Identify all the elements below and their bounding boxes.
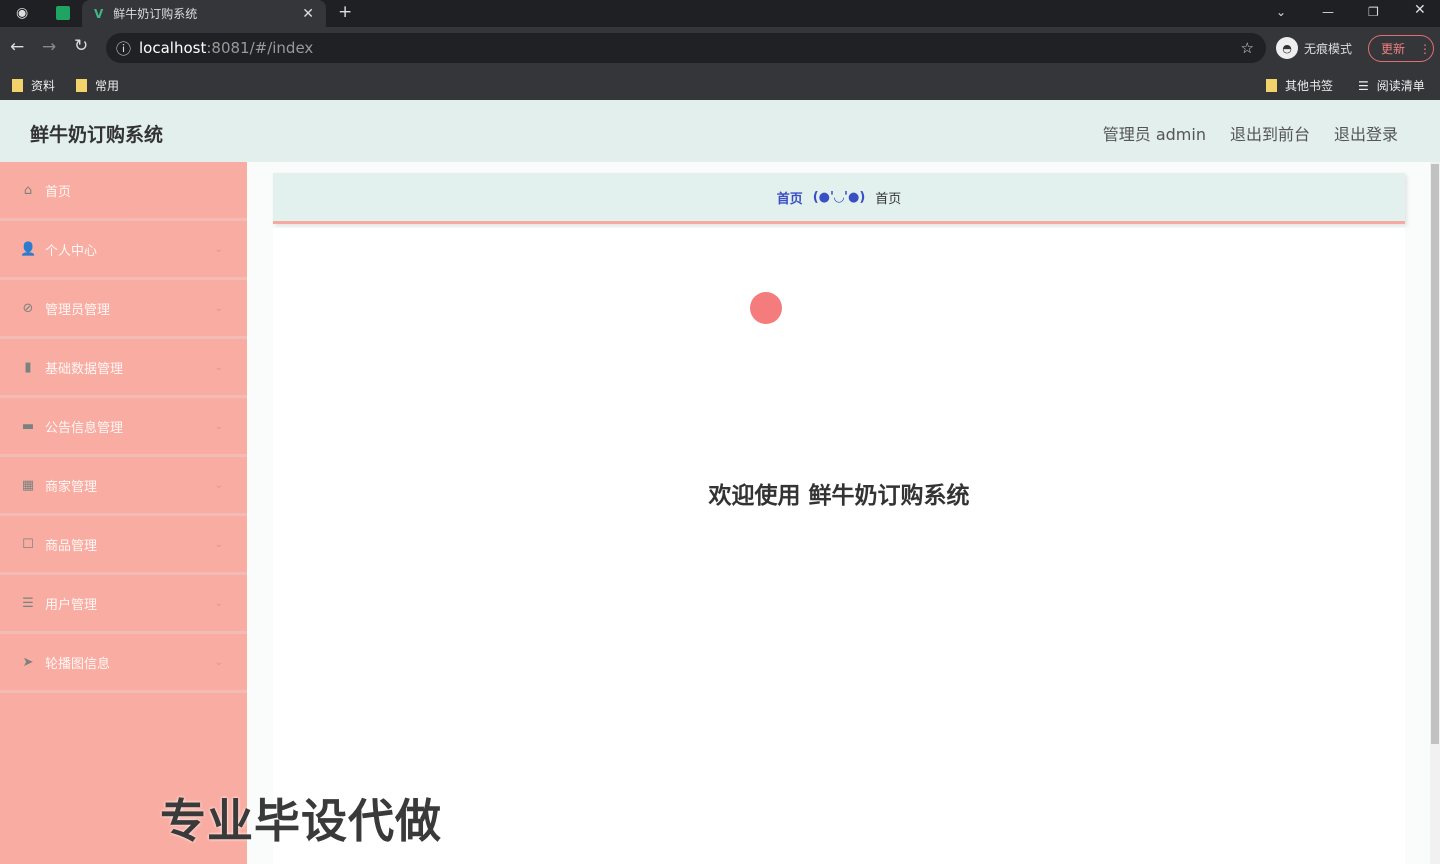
chevron-down-icon: ⌄: [214, 656, 223, 668]
url-host: localhost: [139, 39, 207, 57]
other-bookmarks[interactable]: 其他书签: [1266, 77, 1333, 94]
bookmark-folder[interactable]: 资料: [12, 77, 55, 94]
minimize-icon[interactable]: —: [1322, 5, 1334, 19]
sidebar-item[interactable]: ▦ 商家管理 ⌄: [0, 457, 247, 516]
user-icon: 👤: [20, 241, 37, 257]
chevron-down-icon: ⌄: [214, 302, 223, 314]
bookmark-label: 常用: [95, 79, 120, 93]
sidebar-item-label: 个人中心: [45, 243, 98, 259]
sidebar-item-label: 商家管理: [45, 479, 98, 495]
compass-icon: ⊘: [22, 300, 34, 316]
url-path: :8081/#/index: [206, 39, 314, 57]
chevron-down-icon: ⌄: [214, 597, 223, 609]
sheets-icon[interactable]: [56, 6, 70, 20]
sidebar-item[interactable]: ☰ 用户管理 ⌄: [0, 575, 247, 634]
close-tab-icon[interactable]: ✕: [302, 6, 314, 22]
chevron-down-icon: ⌄: [214, 361, 223, 373]
bookmark-folder[interactable]: 常用: [76, 77, 119, 94]
globe-icon[interactable]: ◉: [16, 5, 28, 21]
incognito-badge[interactable]: ◓ 无痕模式: [1276, 37, 1352, 59]
browser-tab-bar: ◉ V 鲜牛奶订购系统 ✕ + ⌄ — ❐ ✕: [0, 0, 1440, 27]
tab-search-icon[interactable]: ⌄: [1276, 5, 1286, 19]
logout-link[interactable]: 退出登录: [1334, 121, 1398, 145]
url-input[interactable]: ⓘ localhost:8081/#/index ☆: [106, 33, 1266, 63]
folder-icon: [76, 79, 87, 92]
browser-tab[interactable]: V 鲜牛奶订购系统 ✕: [82, 0, 326, 27]
sidebar-item-label: 基础数据管理: [45, 361, 124, 377]
reload-icon[interactable]: ↻: [74, 36, 88, 56]
restore-icon[interactable]: ❐: [1368, 5, 1379, 19]
app-title: 鲜牛奶订购系统: [30, 124, 164, 146]
close-window-icon[interactable]: ✕: [1414, 2, 1426, 18]
home-icon: ⌂: [23, 182, 33, 198]
sidebar-menu: ⌂ 首页 👤 个人中心 ⌄ ⊘ 管理员管理 ⌄ ▮ 基础数据管理 ⌄ ▬ 公告信息管理 ⌄ ▦ 商家管理 ⌄ ☐ 商…: [0, 162, 247, 864]
sidebar-item-label: 商品管理: [45, 538, 98, 554]
reading-list[interactable]: ☰ 阅读清单: [1358, 77, 1425, 94]
other-bookmarks-label: 其他书签: [1285, 79, 1334, 93]
sidebar-item-label: 管理员管理: [45, 302, 111, 318]
sidebar-item-label: 轮播图信息: [45, 656, 111, 672]
tab-title: 鲜牛奶订购系统: [113, 7, 198, 21]
breadcrumb-home[interactable]: 首页: [777, 188, 803, 207]
sidebar-item-label: 首页: [45, 184, 72, 200]
sidebar-item[interactable]: ▮ 基础数据管理 ⌄: [0, 339, 247, 398]
bar-chart-icon: ▮: [24, 359, 32, 375]
reading-list-label: 阅读清单: [1376, 79, 1425, 93]
chevron-down-icon: ⌄: [214, 479, 223, 491]
breadcrumb-current: 首页: [875, 191, 902, 207]
grid-icon: ▦: [21, 477, 35, 493]
sidebar-item[interactable]: ▬ 公告信息管理 ⌄: [0, 398, 247, 457]
sidebar-item-label: 用户管理: [45, 597, 98, 613]
address-bar-row: ← → ↻ ⓘ localhost:8081/#/index ☆ ◓ 无痕模式 …: [0, 27, 1440, 70]
menu-icon: ☰: [22, 595, 34, 611]
forward-icon[interactable]: →: [42, 37, 56, 57]
watermark: 专业毕设代做: [160, 794, 442, 848]
new-tab-icon[interactable]: +: [338, 2, 352, 22]
folder-icon: [12, 79, 23, 92]
main-content: 首页 (●'◡'●) 首页 欢迎使用 鲜牛奶订购系统: [247, 162, 1430, 864]
vue-icon: V: [94, 6, 104, 21]
incognito-icon: ◓: [1276, 37, 1298, 59]
breadcrumb-separator: (●'◡'●): [812, 189, 866, 205]
chevron-down-icon: ⌄: [214, 420, 223, 432]
sidebar-item[interactable]: ⌂ 首页: [0, 162, 247, 221]
reading-list-icon: ☰: [1358, 78, 1369, 93]
welcome-text: 欢迎使用 鲜牛奶订购系统: [708, 483, 970, 509]
info-icon: ⓘ: [116, 39, 132, 58]
folder-icon: [1266, 79, 1277, 92]
back-to-front-link[interactable]: 退出到前台: [1230, 121, 1310, 145]
sidebar-item[interactable]: ⊘ 管理员管理 ⌄: [0, 280, 247, 339]
chevron-down-icon: ⌄: [214, 538, 223, 550]
sidebar-item[interactable]: ➤ 轮播图信息 ⌄: [0, 634, 247, 693]
chevron-down-icon: ⌄: [214, 243, 223, 255]
app-header: 鲜牛奶订购系统 管理员 admin 退出到前台 退出登录: [0, 100, 1440, 162]
scrollbar[interactable]: [1430, 162, 1440, 864]
breadcrumb: 首页 (●'◡'●) 首页: [273, 173, 1405, 224]
incognito-label: 无痕模式: [1304, 41, 1353, 56]
welcome-card: 欢迎使用 鲜牛奶订购系统: [273, 228, 1405, 864]
sidebar-item[interactable]: ☐ 商品管理 ⌄: [0, 516, 247, 575]
update-label: 更新: [1381, 42, 1406, 56]
document-icon: ☐: [22, 536, 34, 552]
sidebar-item[interactable]: 👤 个人中心 ⌄: [0, 221, 247, 280]
back-icon[interactable]: ←: [10, 37, 24, 57]
send-icon: ➤: [22, 654, 34, 670]
briefcase-icon: ▬: [21, 418, 35, 434]
bookmark-label: 资料: [31, 79, 56, 93]
current-user: 管理员 admin: [1102, 125, 1206, 144]
sidebar-item-label: 公告信息管理: [45, 420, 124, 436]
bookmarks-bar: 资料 常用 其他书签 ☰ 阅读清单: [0, 70, 1440, 100]
more-icon: ⋮: [1419, 41, 1432, 56]
scrollbar-thumb[interactable]: [1431, 164, 1439, 744]
star-icon[interactable]: ☆: [1241, 39, 1254, 57]
update-button[interactable]: 更新 ⋮: [1368, 35, 1434, 62]
cursor-highlight: [750, 292, 782, 324]
